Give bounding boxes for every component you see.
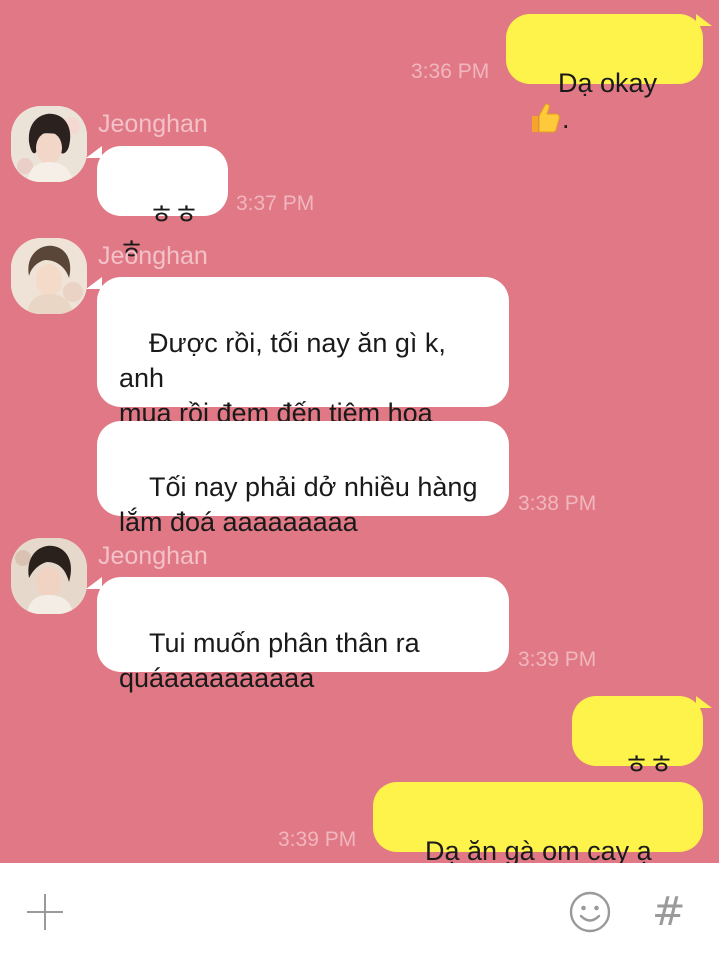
message-timestamp: 3:37 PM	[236, 192, 315, 215]
their-message-bubble[interactable]: Được rồi, tối nay ăn gì k, anh mua rồi đ…	[97, 277, 509, 463]
avatar[interactable]	[11, 538, 87, 614]
bubble-tail	[86, 577, 102, 589]
message-text: Tui muốn phân thân ra quáaaaaaaaaaa	[119, 628, 420, 693]
message-text: Dạ ăn gà om cay ạ	[425, 836, 652, 863]
bubble-tail	[86, 277, 102, 289]
sender-name: Jeonghan	[98, 242, 208, 270]
emoji-icon[interactable]	[569, 891, 611, 933]
bubble-tail	[696, 14, 712, 26]
message-text: Dạ okay	[558, 68, 658, 98]
thumbs-up-emoji-icon	[528, 101, 562, 144]
sender-name: Jeonghan	[98, 542, 208, 570]
sender-name: Jeonghan	[98, 110, 208, 138]
their-message-bubble[interactable]: ㅎㅎㅎ	[97, 146, 228, 265]
avatar[interactable]	[11, 238, 87, 314]
message-text: Tối nay phải dở nhiều hàng lắm đoá aaaaa…	[119, 472, 478, 537]
message-timestamp: 3:38 PM	[518, 492, 597, 515]
hashtag-icon[interactable]: #	[652, 890, 686, 934]
avatar[interactable]	[11, 106, 87, 182]
my-message-bubble[interactable]: Dạ ăn gà om cay ạ .	[373, 782, 703, 863]
chat-area[interactable]: Dạ okay . 3:36 PM Jeonghan ㅎㅎㅎ 3:37 PM J…	[0, 0, 719, 863]
bubble-tail	[696, 696, 712, 708]
message-timestamp: 3:36 PM	[411, 60, 490, 83]
their-message-bubble[interactable]: Tui muốn phân thân ra quáaaaaaaaaaa	[97, 577, 509, 693]
bubble-tail	[86, 146, 102, 158]
my-message-bubble[interactable]: ㅎㅎㅎ.	[572, 696, 703, 815]
message-timestamp: 3:39 PM	[518, 648, 597, 671]
my-message-bubble[interactable]: Dạ okay .	[506, 14, 703, 134]
their-message-bubble[interactable]: Tối nay phải dở nhiều hàng lắm đoá aaaaa…	[97, 421, 509, 537]
message-timestamp: 3:39 PM	[278, 828, 357, 851]
plus-icon[interactable]	[27, 894, 63, 930]
message-input-bar[interactable]	[0, 863, 719, 959]
